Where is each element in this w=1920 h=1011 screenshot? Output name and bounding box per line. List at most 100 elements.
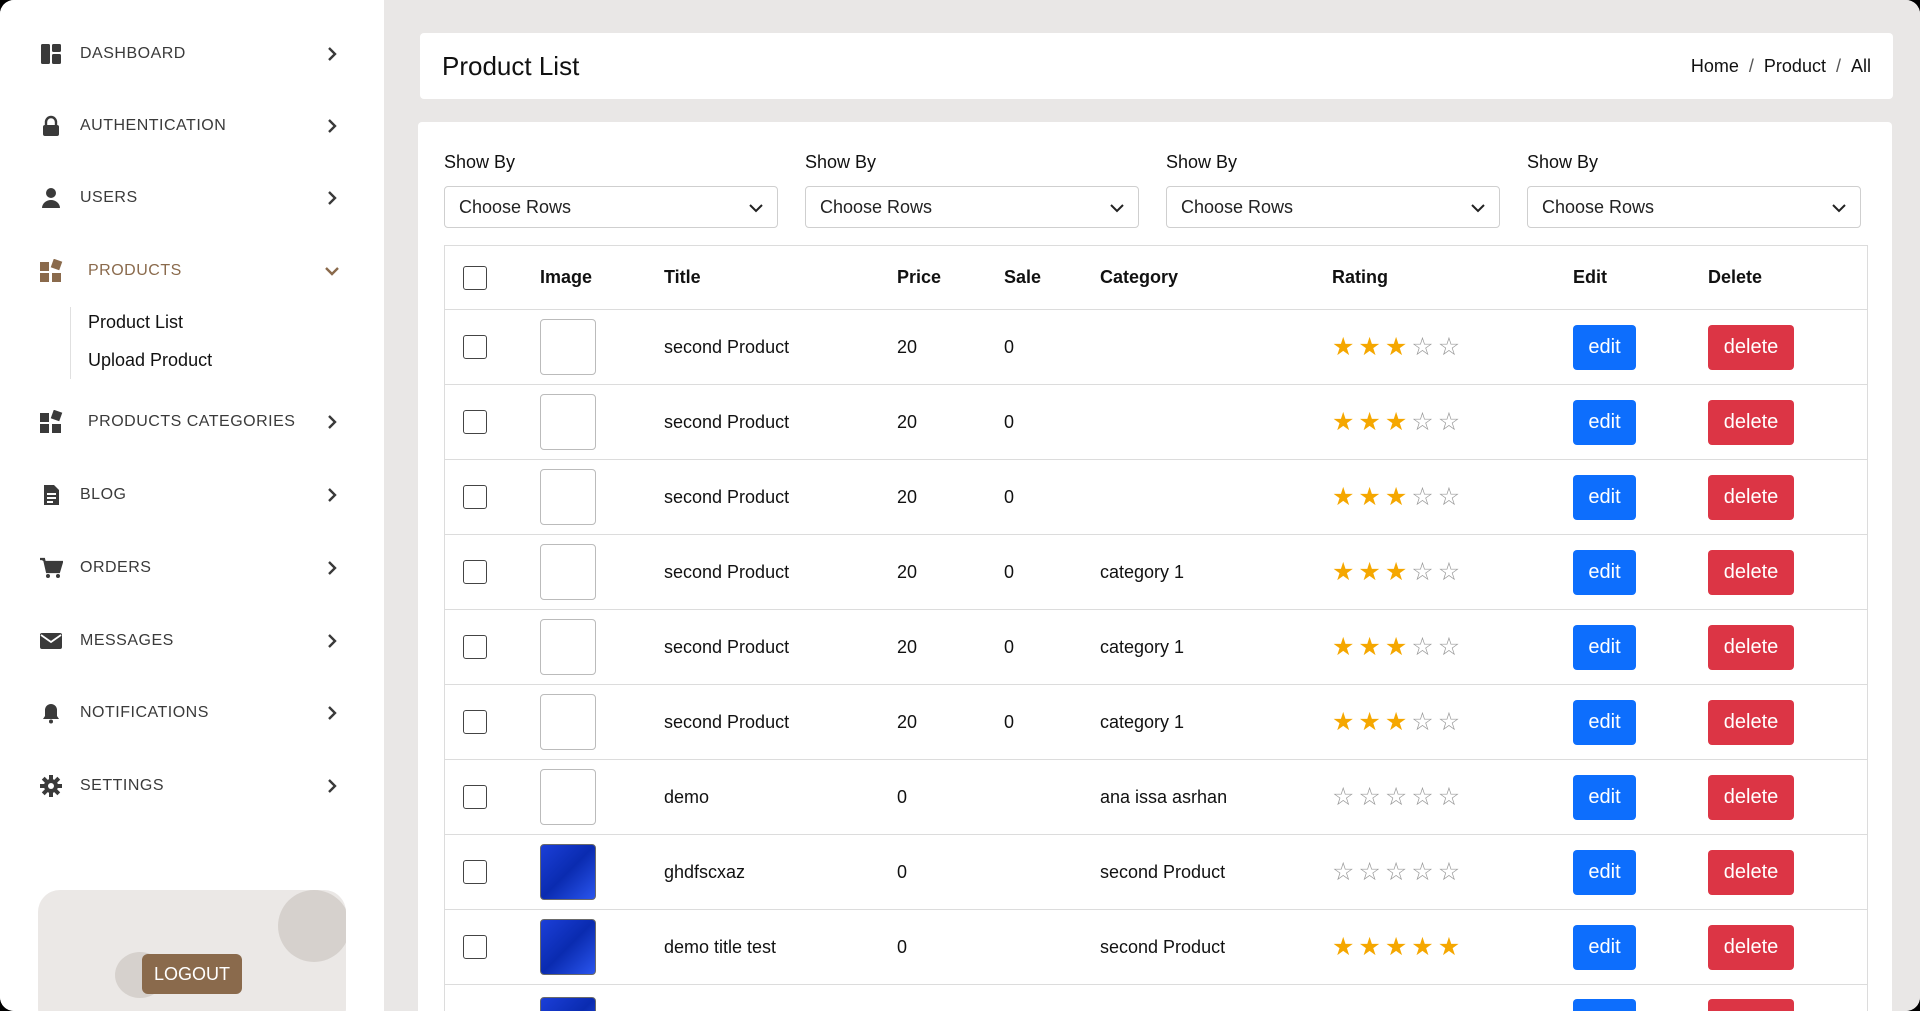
sidebar-item-products[interactable]: PRODUCTS [38,251,340,291]
edit-button[interactable]: edit [1573,924,1636,970]
edit-button[interactable]: edit [1573,324,1636,370]
delete-button[interactable]: delete [1708,699,1794,745]
delete-button[interactable]: delete [1708,399,1794,445]
star-empty-icon[interactable]: ☆ [1332,784,1354,810]
row-checkbox[interactable] [463,560,487,584]
star-filled-icon[interactable]: ★ [1332,934,1354,960]
products-submenu: Product List Upload Product [70,307,212,379]
rows-select[interactable]: Choose Rows [1527,186,1861,228]
star-filled-icon[interactable]: ★ [1332,484,1354,510]
star-filled-icon[interactable]: ★ [1332,409,1354,435]
submenu-item-upload-product[interactable]: Upload Product [88,345,212,383]
product-thumbnail [540,394,596,450]
star-empty-icon[interactable]: ☆ [1411,634,1433,660]
row-checkbox[interactable] [463,935,487,959]
star-empty-icon[interactable]: ☆ [1438,484,1460,510]
breadcrumb-home[interactable]: Home [1691,56,1739,77]
star-empty-icon[interactable]: ☆ [1358,784,1380,810]
delete-button[interactable]: delete [1708,624,1794,670]
row-checkbox[interactable] [463,785,487,809]
star-empty-icon[interactable]: ☆ [1385,859,1407,885]
star-empty-icon[interactable]: ☆ [1411,859,1433,885]
star-filled-icon[interactable]: ★ [1385,334,1407,360]
delete-cell: delete [1708,624,1858,670]
rows-select[interactable]: Choose Rows [444,186,778,228]
document-icon [38,482,64,508]
star-filled-icon[interactable]: ★ [1385,409,1407,435]
delete-button[interactable]: delete [1708,849,1794,895]
star-filled-icon[interactable]: ★ [1385,484,1407,510]
sidebar-item-products-categories[interactable]: PRODUCTS CATEGORIES [38,402,340,442]
star-empty-icon[interactable]: ☆ [1358,859,1380,885]
edit-button[interactable]: edit [1573,849,1636,895]
row-checkbox[interactable] [463,860,487,884]
edit-button[interactable]: edit [1573,474,1636,520]
star-filled-icon[interactable]: ★ [1358,934,1380,960]
rows-select[interactable]: Choose Rows [1166,186,1500,228]
star-filled-icon[interactable]: ★ [1358,409,1380,435]
submenu-item-product-list[interactable]: Product List [88,307,212,345]
edit-button[interactable]: edit [1573,549,1636,595]
star-filled-icon[interactable]: ★ [1358,559,1380,585]
star-filled-icon[interactable]: ★ [1332,334,1354,360]
row-checkbox[interactable] [463,335,487,359]
star-empty-icon[interactable]: ☆ [1332,859,1354,885]
sidebar-item-settings[interactable]: SETTINGS [38,766,340,806]
delete-button[interactable]: delete [1708,474,1794,520]
product-title: second Product [664,336,790,357]
star-empty-icon[interactable]: ☆ [1438,784,1460,810]
star-empty-icon[interactable]: ☆ [1411,784,1433,810]
star-filled-icon[interactable]: ★ [1358,334,1380,360]
star-empty-icon[interactable]: ☆ [1438,634,1460,660]
star-filled-icon[interactable]: ★ [1358,484,1380,510]
star-empty-icon[interactable]: ☆ [1438,709,1460,735]
star-filled-icon[interactable]: ★ [1332,634,1354,660]
star-filled-icon[interactable]: ★ [1358,634,1380,660]
star-empty-icon[interactable]: ☆ [1385,784,1407,810]
sidebar-item-orders[interactable]: ORDERS [38,548,340,588]
edit-button[interactable] [1573,999,1636,1011]
star-empty-icon[interactable]: ☆ [1411,559,1433,585]
delete-button[interactable] [1708,999,1794,1011]
sidebar-item-users[interactable]: USERS [38,178,340,218]
sidebar-item-messages[interactable]: MESSAGES [38,621,340,661]
select-all-checkbox[interactable] [463,265,487,290]
star-empty-icon[interactable]: ☆ [1411,409,1433,435]
edit-button[interactable]: edit [1573,624,1636,670]
star-filled-icon[interactable]: ★ [1385,559,1407,585]
star-empty-icon[interactable]: ☆ [1411,484,1433,510]
star-empty-icon[interactable]: ☆ [1411,709,1433,735]
row-checkbox[interactable] [463,710,487,734]
star-empty-icon[interactable]: ☆ [1438,409,1460,435]
delete-button[interactable]: delete [1708,324,1794,370]
star-filled-icon[interactable]: ★ [1385,634,1407,660]
star-filled-icon[interactable]: ★ [1358,709,1380,735]
delete-button[interactable]: delete [1708,924,1794,970]
sidebar-item-dashboard[interactable]: DASHBOARD [38,34,340,74]
delete-button[interactable]: delete [1708,549,1794,595]
star-filled-icon[interactable]: ★ [1438,934,1460,960]
row-checkbox[interactable] [463,635,487,659]
star-empty-icon[interactable]: ☆ [1411,334,1433,360]
star-empty-icon[interactable]: ☆ [1438,859,1460,885]
sidebar-item-blog[interactable]: BLOG [38,475,340,515]
sidebar-item-authentication[interactable]: AUTHENTICATION [38,106,340,146]
breadcrumb-product[interactable]: Product [1764,56,1826,77]
rating-cell: ☆ ☆ ☆ ☆ ☆ [1332,859,1573,885]
rows-select[interactable]: Choose Rows [805,186,1139,228]
delete-button[interactable]: delete [1708,774,1794,820]
edit-button[interactable]: edit [1573,699,1636,745]
star-empty-icon[interactable]: ☆ [1438,334,1460,360]
star-filled-icon[interactable]: ★ [1332,559,1354,585]
star-filled-icon[interactable]: ★ [1385,709,1407,735]
star-filled-icon[interactable]: ★ [1385,934,1407,960]
row-checkbox[interactable] [463,410,487,434]
star-empty-icon[interactable]: ☆ [1438,559,1460,585]
edit-button[interactable]: edit [1573,399,1636,445]
edit-button[interactable]: edit [1573,774,1636,820]
star-filled-icon[interactable]: ★ [1332,709,1354,735]
logout-button[interactable]: LOGOUT [142,954,242,994]
row-checkbox[interactable] [463,485,487,509]
sidebar-item-notifications[interactable]: NOTIFICATIONS [38,693,340,733]
star-filled-icon[interactable]: ★ [1411,934,1433,960]
